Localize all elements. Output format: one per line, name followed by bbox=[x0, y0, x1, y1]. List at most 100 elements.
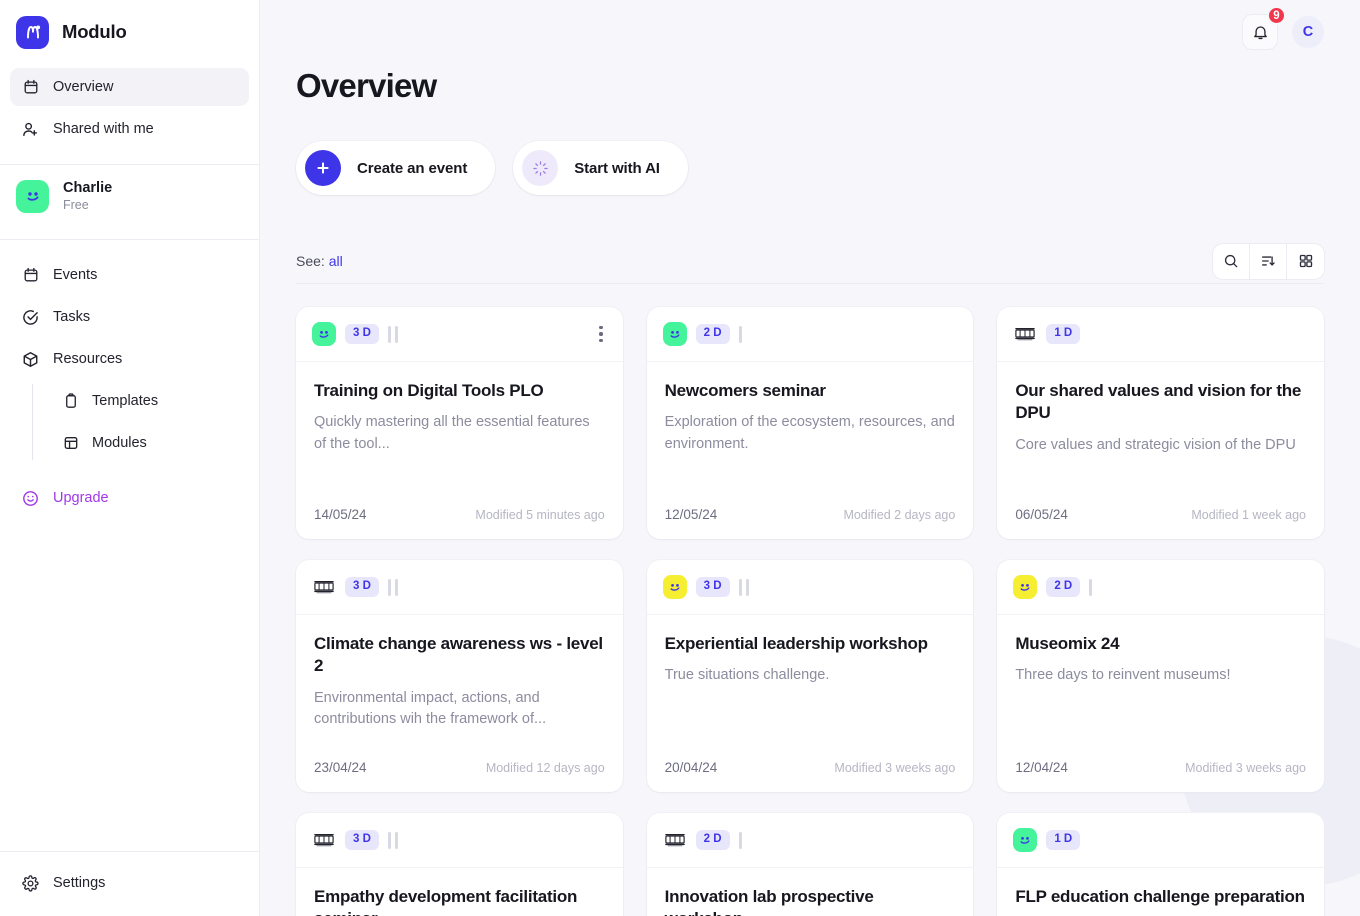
card-header: 1 D bbox=[997, 813, 1324, 868]
profile-plan: Free bbox=[63, 198, 89, 213]
sidebar-item-label: Overview bbox=[53, 79, 114, 95]
sidebar-item-shared-with-me[interactable]: Shared with me bbox=[10, 110, 249, 148]
card-bars bbox=[387, 831, 398, 849]
event-card[interactable]: 1 D FLP education challenge preparation bbox=[997, 813, 1324, 916]
card-header: 2 D bbox=[997, 560, 1324, 615]
sidebar-item-events[interactable]: Events bbox=[10, 254, 249, 296]
event-card[interactable]: 2 D Newcomers seminar Exploration of the e… bbox=[646, 307, 974, 539]
see-value[interactable]: all bbox=[329, 253, 343, 269]
progress-bar bbox=[394, 325, 398, 343]
upgrade-label: Upgrade bbox=[53, 490, 109, 507]
card-body: Museomix 24 Three days to reinvent museum… bbox=[997, 615, 1324, 760]
card-menu-button[interactable] bbox=[595, 322, 607, 347]
box-icon bbox=[22, 351, 39, 368]
card-bars bbox=[738, 325, 742, 343]
smiley-avatar-icon bbox=[16, 179, 49, 213]
card-title: Empathy development facilitation seminar bbox=[314, 887, 578, 916]
plus-icon bbox=[305, 150, 341, 186]
clipboard-icon bbox=[62, 393, 79, 410]
duration-chip: 3 D bbox=[345, 577, 379, 597]
search-button[interactable] bbox=[1213, 243, 1250, 279]
sidebar-item-tasks[interactable]: Tasks bbox=[10, 296, 249, 338]
event-card[interactable]: 3 D Climate change awareness ws - level 2… bbox=[296, 560, 623, 792]
duration-chip: 3 D bbox=[345, 830, 379, 850]
sidebar-item-templates[interactable]: Templates bbox=[52, 380, 249, 422]
sidebar-item-resources[interactable]: Resources bbox=[10, 338, 249, 380]
brand[interactable]: Modulo bbox=[0, 0, 259, 64]
event-card[interactable]: 3 D Empathy development facilitation semi… bbox=[296, 813, 623, 916]
user-profile[interactable]: Charlie Free bbox=[0, 165, 259, 227]
progress-bar bbox=[394, 831, 398, 849]
card-footer: 14/05/24 Modified 5 minutes ago bbox=[296, 507, 623, 539]
card-header: 3 D bbox=[296, 307, 623, 362]
page-title: Overview bbox=[296, 67, 437, 104]
smiley-avatar-icon bbox=[1013, 575, 1038, 599]
sidebar: Modulo Overview Shared with me Charlie F… bbox=[0, 0, 260, 916]
sidebar-item-label: Shared with me bbox=[53, 121, 154, 137]
smiley-avatar-icon bbox=[312, 322, 336, 346]
brand-name: Modulo bbox=[62, 21, 127, 42]
card-description: Quickly mastering all the essential feat… bbox=[314, 414, 590, 452]
event-card[interactable]: 1 D Our shared values and vision for the … bbox=[997, 307, 1324, 539]
events-grid: 3 D Training on Digital Tools PLO Quickly … bbox=[296, 284, 1324, 916]
grid-view-button[interactable] bbox=[1287, 244, 1324, 279]
card-modified: Modified 12 days ago bbox=[485, 760, 605, 775]
duration-chip: 1 D bbox=[1046, 324, 1081, 344]
smiley-avatar-icon bbox=[1013, 828, 1038, 852]
start-with-ai-button[interactable]: Start with AI bbox=[513, 141, 688, 195]
notifications: 9 bbox=[1242, 6, 1286, 50]
card-date: 12/04/24 bbox=[1015, 760, 1068, 775]
event-card[interactable]: 2 D Innovation lab prospective workshop bbox=[646, 813, 974, 916]
event-card[interactable]: 2 D Museomix 24 Three days to reinvent mus… bbox=[997, 560, 1324, 792]
card-header: 2 D bbox=[646, 307, 974, 362]
sidebar-nav-top: Overview Shared with me bbox=[0, 64, 259, 152]
card-footer: 06/05/24 Modified 1 week ago bbox=[997, 507, 1324, 539]
smiley-avatar-icon bbox=[662, 322, 687, 346]
poc-logo-icon bbox=[312, 828, 336, 852]
event-card[interactable]: 3 D Experiential leadership workshop True … bbox=[646, 560, 974, 792]
see-label: See: bbox=[296, 253, 325, 269]
duration-chip: 2 D bbox=[1046, 577, 1081, 597]
bell-icon bbox=[1252, 24, 1269, 41]
card-date: 23/04/24 bbox=[314, 760, 367, 775]
card-description: Exploration of the ecosystem, resources,… bbox=[664, 414, 955, 452]
duration-chip: 1 D bbox=[1046, 830, 1081, 850]
card-title: Innovation lab prospective workshop bbox=[664, 887, 874, 916]
card-modified: Modified 3 weeks ago bbox=[1185, 760, 1306, 775]
sidebar-item-label: Events bbox=[53, 267, 98, 284]
duration-chip: 2 D bbox=[695, 324, 730, 344]
check-circle-icon bbox=[22, 309, 39, 326]
topbar: 9 C bbox=[296, 0, 1324, 64]
sort-button[interactable] bbox=[1250, 243, 1287, 279]
card-bars bbox=[387, 578, 398, 596]
card-description: Core values and strategic vision of the … bbox=[1015, 436, 1296, 453]
progress-bar bbox=[745, 578, 749, 596]
main-content: 9 C Overview Create an event Start with … bbox=[260, 0, 1360, 916]
card-footer: 23/04/24 Modified 12 days ago bbox=[296, 760, 623, 792]
card-modified: Modified 2 days ago bbox=[843, 507, 956, 522]
progress-bar bbox=[1089, 578, 1093, 596]
create-an-event-button[interactable]: Create an event bbox=[296, 141, 496, 195]
progress-bar bbox=[387, 578, 391, 596]
card-footer: 12/05/24 Modified 2 days ago bbox=[647, 507, 974, 539]
sidebar-item-modules[interactable]: Modules bbox=[52, 422, 249, 464]
sidebar-item-overview[interactable]: Overview bbox=[10, 68, 249, 106]
card-title: Experiential leadership workshop bbox=[664, 634, 928, 653]
event-card[interactable]: 3 D Training on Digital Tools PLO Quickly … bbox=[296, 307, 623, 539]
progress-bar bbox=[738, 578, 742, 596]
poc-logo-icon bbox=[663, 828, 687, 852]
avatar[interactable]: C bbox=[1292, 16, 1324, 48]
sidebar-item-settings[interactable]: Settings bbox=[10, 862, 249, 904]
calendar-icon bbox=[22, 267, 39, 284]
card-date: 06/05/24 bbox=[1015, 507, 1068, 522]
search-icon bbox=[1223, 253, 1239, 269]
card-footer: 20/04/24 Modified 3 weeks ago bbox=[647, 760, 974, 792]
sidebar-item-label: Modules bbox=[92, 435, 147, 452]
card-date: 12/05/24 bbox=[664, 507, 718, 522]
upgrade-button[interactable]: Upgrade bbox=[0, 478, 259, 518]
sidebar-nav-main: Events Tasks Resources Templates Modules bbox=[0, 240, 259, 464]
card-body: Experiential leadership workshop True sit… bbox=[647, 615, 974, 760]
smiley-face-icon bbox=[22, 490, 39, 507]
card-body: Empathy development facilitation seminar bbox=[296, 868, 623, 916]
progress-bar bbox=[387, 325, 391, 343]
